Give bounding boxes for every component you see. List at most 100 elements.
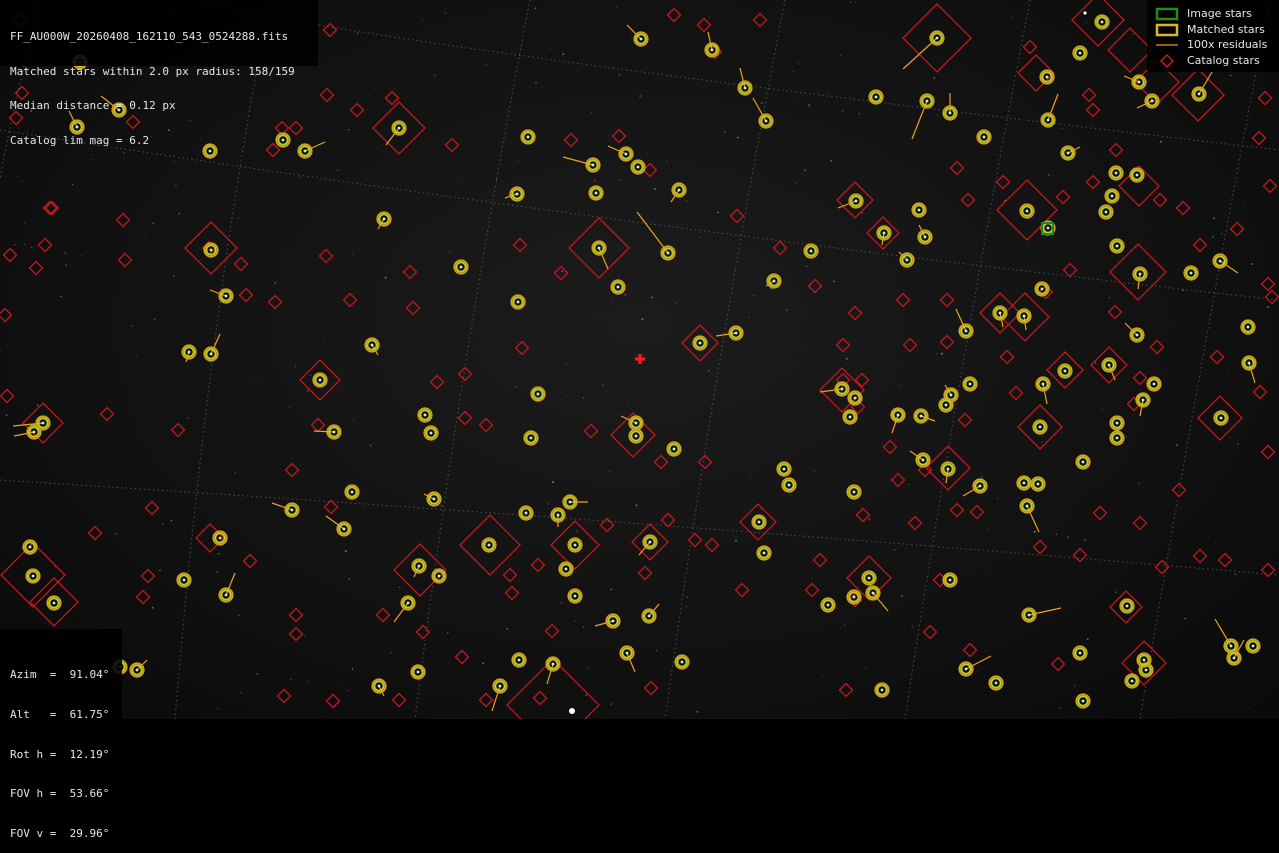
image-star bbox=[757, 520, 761, 524]
image-star bbox=[429, 431, 433, 435]
image-star bbox=[290, 508, 294, 512]
background-star bbox=[699, 237, 701, 238]
image-star bbox=[1036, 482, 1040, 486]
background-star bbox=[868, 518, 871, 521]
image-star bbox=[1218, 259, 1222, 263]
background-star bbox=[986, 528, 989, 531]
image-star bbox=[1115, 436, 1119, 440]
grid-line bbox=[414, 0, 531, 719]
background-star bbox=[81, 255, 83, 257]
catalog-star bbox=[804, 582, 820, 598]
catalog-star bbox=[267, 294, 283, 310]
image-star bbox=[1115, 421, 1119, 425]
legend-diamond bbox=[1160, 54, 1174, 68]
image-star bbox=[597, 246, 601, 250]
background-star bbox=[131, 325, 133, 327]
background-star bbox=[284, 251, 287, 253]
legend-item-residuals: 100x residuals bbox=[1155, 38, 1279, 52]
background-star bbox=[1115, 591, 1117, 593]
background-star bbox=[844, 624, 846, 626]
image-star bbox=[625, 651, 629, 655]
background-star bbox=[1084, 539, 1086, 541]
background-star bbox=[299, 176, 301, 178]
background-star bbox=[1026, 295, 1028, 297]
catalog-star bbox=[949, 502, 965, 518]
catalog-star bbox=[962, 642, 978, 658]
catalog-star bbox=[890, 472, 906, 488]
background-star bbox=[760, 102, 763, 104]
background-star bbox=[1094, 362, 1097, 364]
catalog-star bbox=[342, 292, 358, 308]
background-star bbox=[30, 246, 33, 249]
catalog-star bbox=[384, 90, 400, 106]
catalog-star bbox=[854, 372, 870, 388]
background-star bbox=[153, 318, 156, 321]
background-star bbox=[256, 673, 258, 675]
background-star bbox=[1143, 408, 1145, 410]
background-star bbox=[90, 159, 92, 160]
background-star bbox=[217, 552, 220, 555]
catalog-star bbox=[1251, 130, 1267, 146]
image-star bbox=[318, 378, 322, 382]
catalog-star bbox=[115, 212, 131, 228]
catalog-star bbox=[1175, 200, 1191, 216]
image-star bbox=[1078, 651, 1082, 655]
background-star bbox=[936, 353, 938, 355]
image-star bbox=[946, 467, 950, 471]
background-star bbox=[508, 203, 509, 205]
image-star bbox=[1152, 382, 1156, 386]
background-star bbox=[446, 632, 449, 634]
catalog-star bbox=[144, 500, 160, 516]
catalog-star bbox=[310, 417, 326, 433]
background-star bbox=[1086, 638, 1089, 640]
catalog-star bbox=[1050, 656, 1066, 672]
residual-vector bbox=[872, 592, 889, 612]
background-star bbox=[591, 111, 593, 114]
background-star bbox=[495, 178, 497, 181]
catalog-star bbox=[1260, 444, 1276, 460]
catalog-star bbox=[949, 160, 965, 176]
background-star bbox=[616, 6, 618, 8]
catalog-star bbox=[1149, 339, 1165, 355]
background-star bbox=[997, 497, 999, 499]
image-star bbox=[1197, 92, 1201, 96]
background-star bbox=[552, 481, 555, 484]
catalog-star bbox=[807, 278, 823, 294]
catalog-star bbox=[895, 292, 911, 308]
image-star bbox=[840, 387, 844, 391]
background-star bbox=[808, 104, 811, 107]
image-star bbox=[397, 126, 401, 130]
background-star bbox=[173, 274, 175, 277]
background-star bbox=[1160, 140, 1162, 143]
catalog-star bbox=[429, 374, 445, 390]
catalog-star bbox=[907, 515, 923, 531]
catalog-star bbox=[288, 626, 304, 642]
image-star bbox=[1066, 151, 1070, 155]
catalog-star bbox=[660, 512, 676, 528]
image-star bbox=[1027, 613, 1031, 617]
background-star bbox=[582, 626, 585, 628]
background-star bbox=[369, 444, 372, 447]
image-star bbox=[782, 467, 786, 471]
image-star bbox=[498, 684, 502, 688]
background-star bbox=[618, 74, 621, 76]
background-star bbox=[1214, 543, 1216, 545]
catalog-star bbox=[28, 260, 44, 276]
catalog-star bbox=[402, 264, 418, 280]
catalog-star bbox=[288, 607, 304, 623]
background-star bbox=[549, 47, 551, 49]
background-star bbox=[5, 414, 8, 417]
background-star bbox=[599, 316, 601, 318]
catalog-star bbox=[1257, 90, 1273, 106]
catalog-star bbox=[666, 7, 682, 23]
image-star bbox=[1110, 194, 1114, 198]
background-star bbox=[753, 294, 755, 296]
image-star bbox=[925, 99, 929, 103]
green-square-icon bbox=[1155, 7, 1179, 21]
background-star bbox=[384, 276, 387, 279]
background-star bbox=[216, 571, 219, 574]
background-star bbox=[418, 366, 420, 368]
catalog-star bbox=[835, 337, 851, 353]
image-star bbox=[1078, 51, 1082, 55]
catalog-star bbox=[1085, 174, 1101, 190]
